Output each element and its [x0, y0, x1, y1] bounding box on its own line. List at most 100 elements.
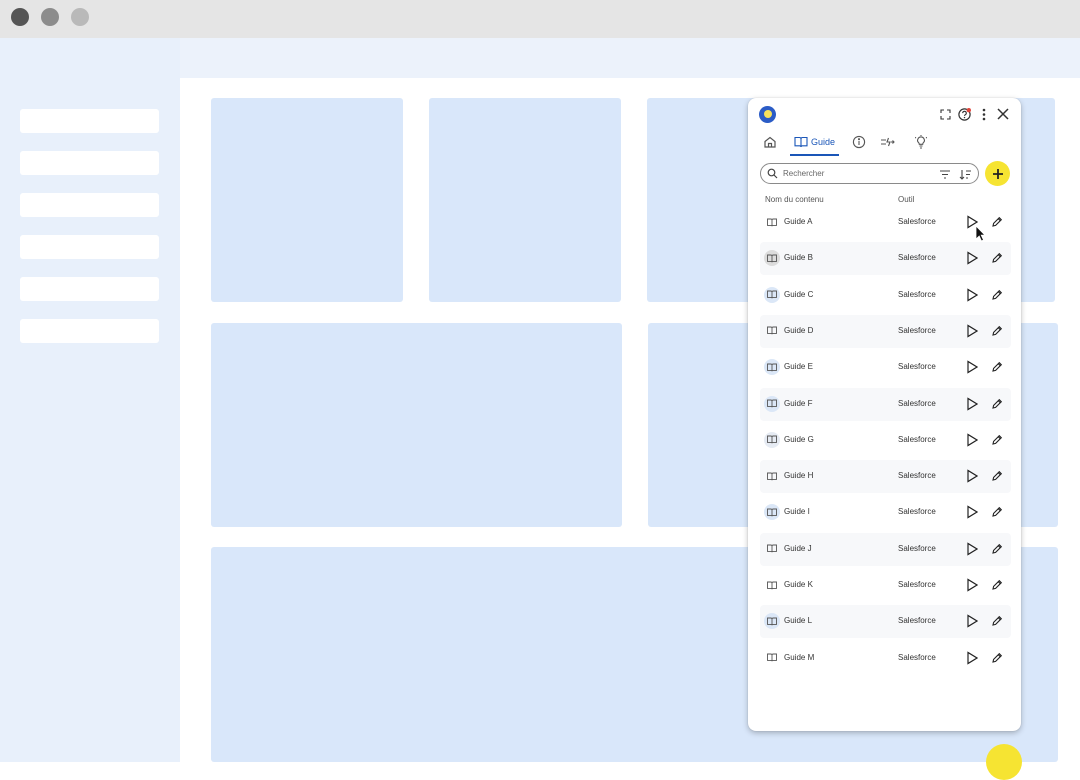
guide-name: Guide K	[784, 580, 813, 589]
guide-tool: Salesforce	[898, 398, 936, 408]
sidebar-item-placeholder[interactable]	[20, 193, 159, 217]
column-header-name[interactable]: Nom du contenu	[765, 195, 824, 204]
edit-icon[interactable]	[991, 578, 1003, 596]
guide-row[interactable]: Guide B Salesforce	[760, 242, 1011, 276]
play-icon[interactable]	[966, 578, 979, 597]
edit-icon[interactable]	[991, 324, 1003, 342]
edit-icon[interactable]	[991, 542, 1003, 560]
add-button[interactable]	[985, 161, 1010, 186]
guide-row[interactable]: Guide I Salesforce	[760, 496, 1011, 529]
tab-guide[interactable]: Guide	[790, 130, 840, 156]
guide-row[interactable]: Guide C Salesforce	[760, 279, 1011, 312]
edit-icon[interactable]	[991, 505, 1003, 523]
content-card-placeholder	[429, 98, 621, 302]
guide-name: Guide D	[784, 325, 814, 335]
guide-book-icon	[764, 323, 780, 339]
guide-name: Guide B	[784, 253, 813, 263]
guide-name: Guide F	[784, 398, 813, 408]
sidebar-item-placeholder[interactable]	[20, 109, 159, 133]
guide-row[interactable]: Guide E Salesforce	[760, 351, 1011, 384]
guide-book-icon	[764, 286, 780, 303]
play-icon[interactable]	[966, 324, 979, 343]
guide-name: Guide L	[784, 616, 813, 626]
guide-name: Guide E	[784, 362, 813, 372]
tab-home[interactable]	[763, 130, 781, 154]
sidebar-item-placeholder[interactable]	[20, 319, 159, 343]
guide-name: Guide M	[784, 652, 815, 662]
mouse-cursor	[975, 225, 987, 247]
guide-name: Guide C	[784, 289, 814, 299]
app-header	[180, 38, 1080, 78]
edit-icon[interactable]	[991, 469, 1003, 487]
play-icon[interactable]	[966, 360, 979, 379]
edit-icon[interactable]	[991, 433, 1003, 451]
tab-info[interactable]	[852, 130, 868, 154]
guide-tool: Salesforce	[898, 580, 936, 589]
guide-row[interactable]: Guide G Salesforce	[760, 424, 1011, 457]
guide-row[interactable]: Guide D Salesforce	[760, 314, 1011, 348]
play-icon[interactable]	[966, 542, 979, 561]
more-options-icon[interactable]	[978, 104, 990, 124]
guide-book-icon	[764, 541, 780, 557]
edit-icon[interactable]	[991, 251, 1003, 269]
guide-row[interactable]: Guide A Salesforce	[760, 206, 1011, 239]
book-icon	[794, 136, 808, 148]
window-close-button[interactable]	[11, 8, 29, 26]
play-icon[interactable]	[966, 433, 979, 452]
guide-tool: Salesforce	[898, 652, 936, 662]
column-header-tool[interactable]: Outil	[898, 195, 914, 204]
window-minimize-button[interactable]	[41, 8, 59, 26]
filter-icon[interactable]	[939, 167, 951, 185]
guide-row[interactable]: Guide L Salesforce	[760, 605, 1011, 639]
sidebar-item-placeholder[interactable]	[20, 235, 159, 259]
play-icon[interactable]	[966, 288, 979, 307]
tab-tips[interactable]	[915, 130, 931, 154]
edit-icon[interactable]	[991, 614, 1003, 632]
guide-book-icon	[764, 250, 780, 267]
guide-row[interactable]: Guide K Salesforce	[760, 569, 1011, 602]
close-icon[interactable]	[995, 104, 1011, 124]
tab-automation[interactable]	[880, 130, 898, 154]
edit-icon[interactable]	[991, 651, 1003, 669]
guide-tool: Salesforce	[898, 507, 936, 517]
guide-book-icon	[764, 577, 780, 593]
guide-row[interactable]: Guide M Salesforce	[760, 642, 1011, 675]
window-maximize-button[interactable]	[71, 8, 89, 26]
tab-guide-label: Guide	[811, 137, 836, 147]
plus-icon	[992, 168, 1003, 179]
edit-icon[interactable]	[991, 397, 1003, 415]
guide-row[interactable]: Guide H Salesforce	[760, 460, 1011, 494]
guide-tool: Salesforce	[898, 362, 936, 372]
play-icon[interactable]	[966, 469, 979, 488]
expand-icon[interactable]	[938, 104, 952, 124]
info-icon	[852, 135, 866, 149]
guide-book-icon	[764, 359, 780, 376]
sidebar-item-placeholder[interactable]	[20, 151, 159, 175]
launcher-button[interactable]	[986, 744, 1022, 780]
guide-row[interactable]: Guide F Salesforce	[760, 387, 1011, 421]
guide-book-icon	[764, 395, 780, 412]
sidebar-item-placeholder[interactable]	[20, 277, 159, 301]
search-bar	[760, 163, 979, 184]
edit-icon[interactable]	[991, 360, 1003, 378]
sort-icon[interactable]	[959, 167, 972, 185]
flow-icon	[881, 137, 895, 147]
edit-icon[interactable]	[991, 288, 1003, 306]
search-input[interactable]	[783, 166, 913, 180]
play-icon[interactable]	[966, 251, 979, 270]
help-icon[interactable]	[956, 104, 973, 124]
guide-book-icon	[764, 431, 780, 448]
edit-icon[interactable]	[991, 215, 1003, 233]
guide-panel: Guide Nom du contenu Outil Guide A Salesf…	[748, 98, 1021, 731]
guide-tool: Salesforce	[898, 543, 936, 553]
guide-tool: Salesforce	[898, 434, 936, 444]
guide-name: Guide J	[784, 543, 812, 553]
guide-row[interactable]: Guide J Salesforce	[760, 532, 1011, 566]
play-icon[interactable]	[966, 396, 979, 416]
guide-tool: Salesforce	[898, 325, 936, 335]
play-icon[interactable]	[966, 651, 979, 670]
play-icon[interactable]	[966, 505, 979, 524]
app-logo	[759, 106, 776, 123]
play-icon[interactable]	[966, 614, 979, 633]
home-icon	[764, 136, 776, 148]
